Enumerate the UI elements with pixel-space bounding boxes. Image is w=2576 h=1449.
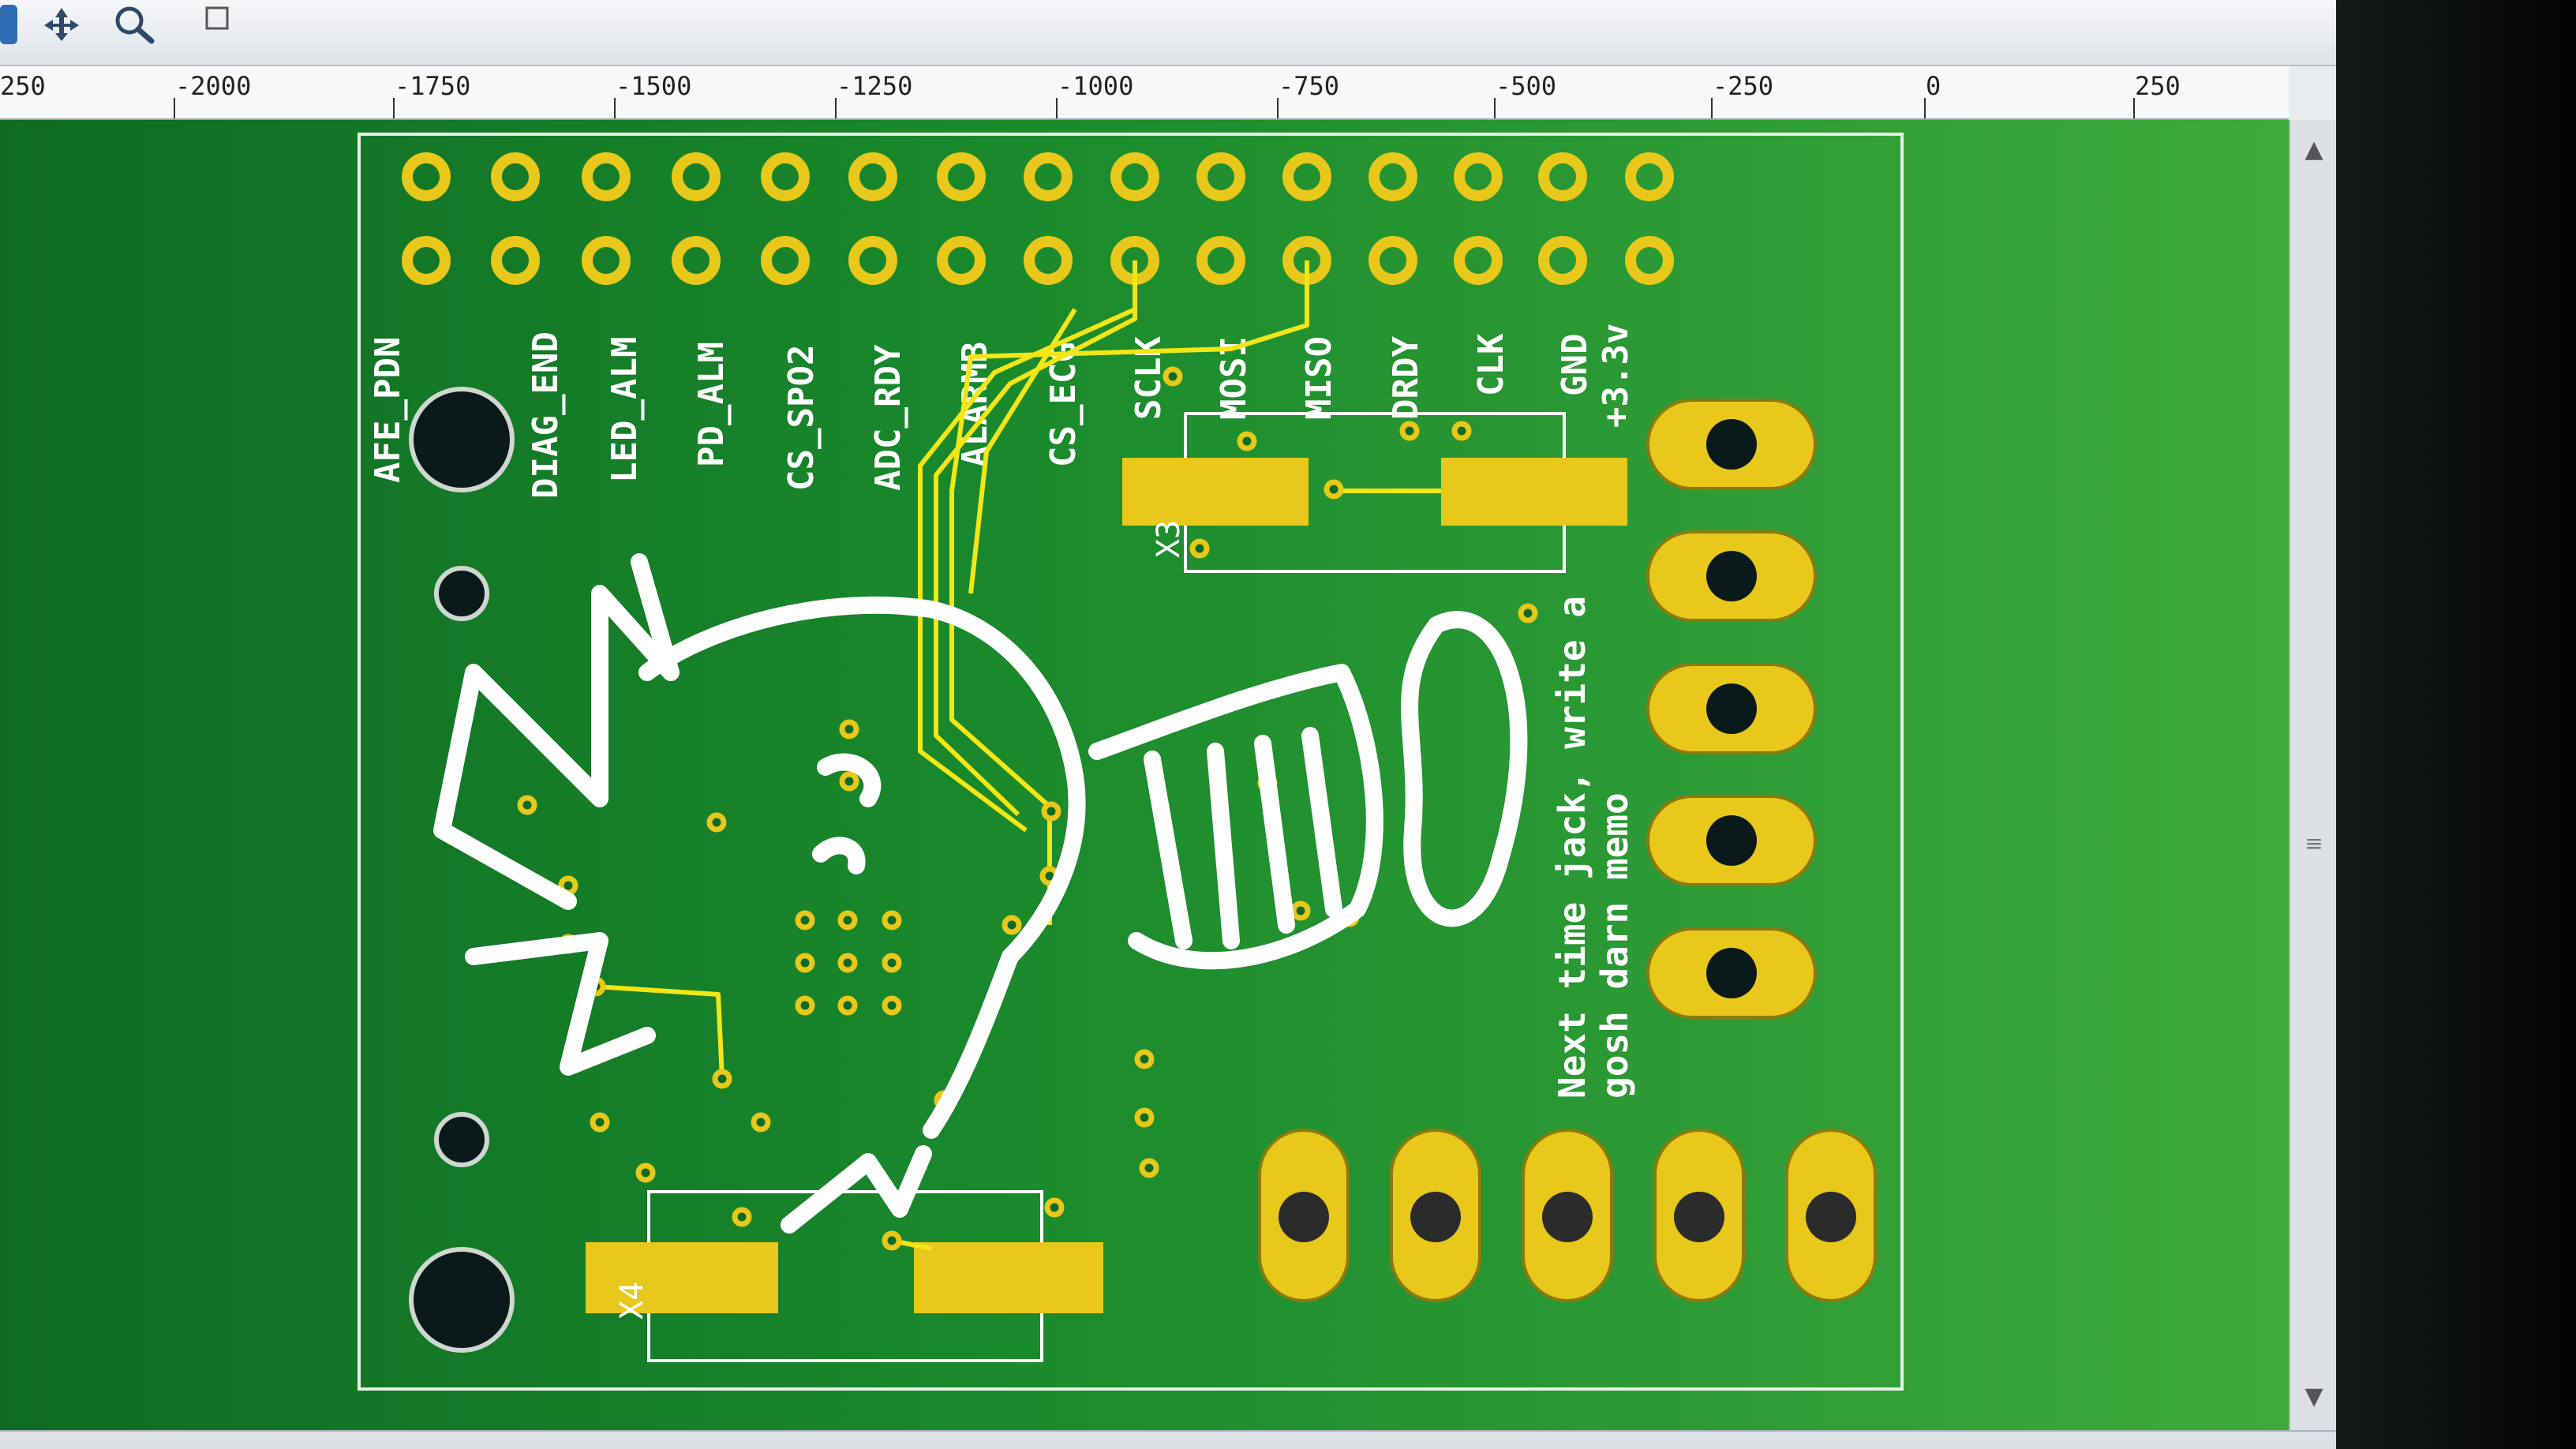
header-pin — [491, 152, 540, 201]
ruler-tick — [174, 98, 175, 118]
ruler-tick — [393, 98, 395, 118]
ruler-label: 250 — [2135, 71, 2181, 101]
oval-pad-holes-bottom — [1279, 1192, 1856, 1242]
mounting-hole — [434, 1112, 489, 1167]
x3-label: X3 — [1151, 520, 1187, 558]
ruler-label: -500 — [1496, 71, 1557, 101]
pcb-canvas[interactable]: AFE_PDN DIAG_END LED_ALM PD_ALM CS_SPO2 … — [0, 120, 2289, 1430]
header-pin — [582, 236, 631, 285]
ruler-tick — [2133, 98, 2135, 118]
header-pin — [402, 152, 451, 201]
header-pin — [1454, 236, 1503, 285]
horizontal-scrollbar[interactable] — [0, 1430, 2336, 1449]
header-pin — [761, 152, 810, 201]
mounting-hole — [409, 387, 515, 492]
header-pin — [1538, 236, 1587, 285]
ruler-label: 0 — [1926, 71, 1941, 101]
header-label: SCLK — [1129, 336, 1169, 420]
header-label: AFE_PDN — [368, 337, 408, 483]
header-label: GND — [1555, 334, 1595, 396]
x4-label: X4 — [614, 1282, 650, 1320]
ruler-label: -1750 — [395, 71, 471, 101]
ruler-tick — [614, 98, 616, 118]
x4-pad-right[interactable] — [914, 1242, 1103, 1313]
zoom-icon[interactable] — [110, 5, 158, 44]
scroll-thumb[interactable]: ≡ — [2301, 830, 2327, 878]
ruler-tick — [1494, 98, 1496, 118]
header-label: DRDY — [1386, 336, 1426, 420]
header-pin — [1625, 236, 1674, 285]
header-pin — [672, 152, 721, 201]
x3-pad-left[interactable] — [1122, 458, 1309, 526]
oval-pad-holes — [1706, 419, 1757, 998]
header-pin — [1538, 152, 1587, 201]
ruler-label: 250 — [0, 71, 46, 101]
header-pin — [582, 152, 631, 201]
select-tool-icon[interactable] — [0, 5, 17, 44]
ruler-tick — [1056, 98, 1058, 118]
header-pin — [1368, 236, 1417, 285]
header-label: LED_ALM — [605, 337, 645, 483]
header-label: PD_ALM — [691, 342, 732, 467]
silkscreen-message: Next time jack, write a gosh darn memo — [1551, 596, 1636, 1099]
header-pin — [1454, 152, 1503, 201]
grid-icon[interactable] — [197, 5, 237, 44]
header-label: +3.3v — [1596, 324, 1636, 428]
header-pin — [848, 152, 897, 201]
ruler-tick — [1924, 98, 1926, 118]
trace — [595, 984, 724, 1080]
header-pin — [402, 236, 451, 285]
header-label: CS_SPO2 — [781, 345, 822, 491]
header-pin — [761, 236, 810, 285]
ruler-label: -1250 — [837, 71, 913, 101]
move-icon[interactable] — [41, 5, 82, 44]
ruler-label: -250 — [1713, 71, 1774, 101]
header-label: ADC_RDY — [868, 344, 908, 491]
horizontal-ruler: 250 -2000 -1750 -1500 -1250 -1000 -750 -… — [0, 66, 2289, 120]
ruler-label: -1000 — [1058, 71, 1134, 101]
header-pin — [1110, 152, 1159, 201]
header-pin — [1024, 236, 1073, 285]
header-pin — [848, 236, 897, 285]
mounting-hole — [409, 1247, 515, 1353]
ruler-tick — [835, 98, 837, 118]
artwork-stroke — [465, 932, 656, 1076]
header-pin — [491, 236, 540, 285]
pcb-layout[interactable]: AFE_PDN DIAG_END LED_ALM PD_ALM CS_SPO2 … — [0, 120, 2289, 1430]
header-pins[interactable] — [402, 152, 1674, 285]
scroll-down-icon[interactable]: ▼ — [2298, 1383, 2330, 1414]
header-label: DIAG_END — [526, 331, 566, 499]
message-line-1: Next time jack, write a — [1551, 596, 1593, 1099]
header-pin — [1024, 152, 1073, 201]
vertical-scrollbar[interactable]: ▲ ≡ ▼ — [2289, 120, 2336, 1430]
header-pin — [1282, 152, 1331, 201]
artwork-stroke — [1401, 611, 1528, 927]
header-pin — [1368, 152, 1417, 201]
mounting-hole — [434, 566, 489, 621]
ruler-tick — [1277, 98, 1279, 118]
header-pin — [937, 152, 986, 201]
header-pin — [1196, 236, 1245, 285]
header-pin — [672, 236, 721, 285]
artwork-stroke — [781, 1145, 932, 1234]
header-label: CLK — [1471, 333, 1511, 396]
ruler-label: -2000 — [175, 71, 252, 101]
monitor-bezel — [2336, 0, 2576, 1449]
header-label: MISO — [1299, 336, 1339, 420]
scroll-up-icon[interactable]: ▲ — [2298, 136, 2330, 167]
header-pin — [1625, 152, 1674, 201]
artwork-stroke — [812, 837, 866, 874]
toolbar — [0, 0, 2336, 66]
x3-pad-right[interactable] — [1441, 458, 1627, 526]
header-pin — [1196, 152, 1245, 201]
message-line-2: gosh darn memo — [1593, 792, 1636, 1099]
header-pin — [937, 236, 986, 285]
ruler-label: -750 — [1279, 71, 1340, 101]
ruler-tick — [1711, 98, 1713, 118]
ruler-label: -1500 — [616, 71, 692, 101]
screen: 250 -2000 -1750 -1500 -1250 -1000 -750 -… — [0, 0, 2336, 1449]
